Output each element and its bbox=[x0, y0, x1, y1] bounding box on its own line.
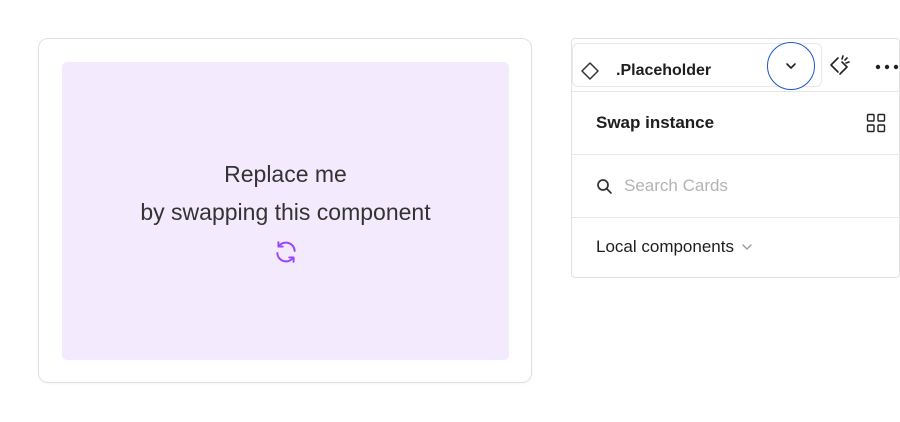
instance-dropdown-button[interactable] bbox=[767, 42, 815, 90]
search-input[interactable] bbox=[624, 173, 854, 199]
panel-header: .Placeholder bbox=[572, 39, 899, 92]
detach-instance-icon[interactable] bbox=[827, 54, 851, 78]
library-dropdown[interactable]: Local components bbox=[596, 237, 752, 257]
library-label: Local components bbox=[596, 237, 734, 256]
swap-instance-title: Swap instance bbox=[596, 113, 715, 132]
search-icon bbox=[597, 179, 612, 194]
placeholder-text-line2: by swapping this component bbox=[140, 199, 431, 225]
more-horizontal-icon[interactable] bbox=[875, 64, 900, 70]
diamond-icon bbox=[581, 62, 599, 80]
placeholder-card: Replace me by swapping this component bbox=[38, 38, 532, 383]
component-name: .Placeholder bbox=[616, 62, 712, 79]
instance-panel: .Placeholder Swap instance Search Cards … bbox=[571, 38, 900, 278]
chevron-down-icon bbox=[786, 63, 796, 69]
grid-view-icon[interactable] bbox=[866, 113, 886, 133]
refresh-icon bbox=[275, 241, 296, 263]
placeholder-area[interactable]: Replace me by swapping this component bbox=[62, 62, 509, 360]
chevron-down-icon bbox=[742, 244, 752, 250]
placeholder-text-line1: Replace me bbox=[224, 161, 347, 187]
